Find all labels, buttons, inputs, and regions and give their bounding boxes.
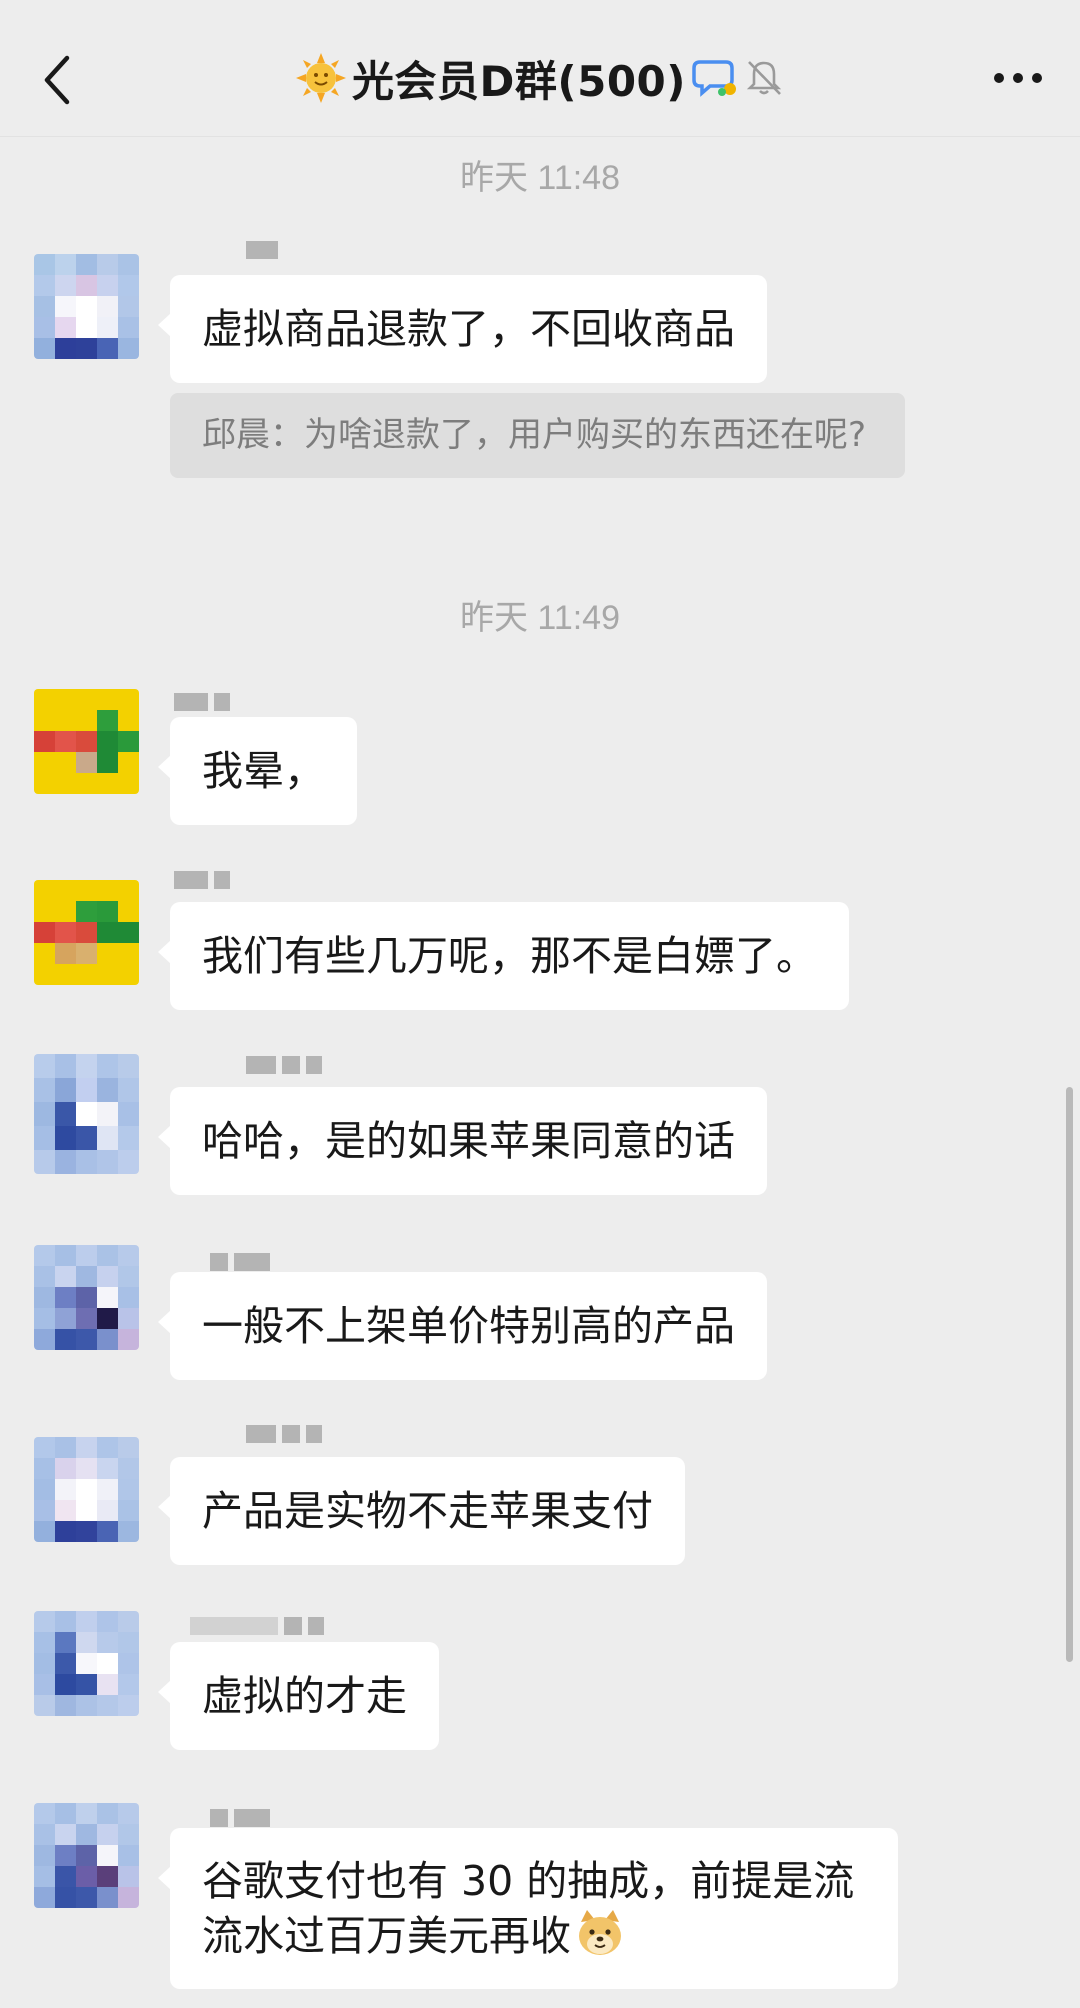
message-bubble[interactable]: 一般不上架单价特别高的产品: [158, 1272, 767, 1380]
avatar[interactable]: [34, 1245, 139, 1350]
chat-title-bar[interactable]: 光会员D群(500): [0, 48, 1080, 108]
message-text: 谷歌支付也有 30 的抽成，前提是流流水过百万美元再收: [202, 1857, 855, 1960]
sender-name-redacted: [246, 237, 278, 263]
chat-title: 光会员D群(500): [352, 56, 686, 106]
more-options-button[interactable]: [982, 50, 1054, 106]
message-bubble[interactable]: 虚拟的才走: [158, 1642, 439, 1750]
message-list[interactable]: 昨天 11:48 虚拟商品退款了，不回收商品 邱晨：为啥退款了，用户购买的东西还…: [0, 137, 1080, 2008]
sender-name-redacted: [246, 1421, 322, 1447]
sender-name-redacted: [246, 1052, 322, 1078]
avatar[interactable]: [34, 1437, 139, 1542]
message-bubble[interactable]: 我们有些几万呢，那不是白嫖了。: [158, 902, 849, 1010]
message-bubble[interactable]: 虚拟商品退款了，不回收商品: [158, 275, 767, 383]
avatar[interactable]: [34, 880, 139, 985]
avatar[interactable]: [34, 1054, 139, 1174]
avatar[interactable]: [34, 254, 139, 359]
sender-name-redacted: [174, 689, 230, 715]
more-dots-icon: [994, 73, 1042, 83]
message-bubble[interactable]: 我晕，: [158, 717, 357, 825]
chat-header: 光会员D群(500): [0, 0, 1080, 137]
message-bubble[interactable]: 谷歌支付也有 30 的抽成，前提是流流水过百万美元再收: [158, 1828, 898, 1989]
timestamp: 昨天 11:48: [459, 159, 620, 197]
avatar[interactable]: [34, 689, 139, 794]
scrollbar[interactable]: [1066, 1087, 1073, 1662]
message-bubble[interactable]: 哈哈，是的如果苹果同意的话: [158, 1087, 767, 1195]
sender-name-redacted: [174, 867, 230, 893]
timestamp: 昨天 11:49: [459, 599, 620, 637]
doge-emoji-icon: [579, 1910, 621, 1955]
mute-bell-icon: [746, 61, 782, 95]
sender-name-redacted: [190, 1613, 324, 1639]
quoted-message[interactable]: 邱晨：为啥退款了，用户购买的东西还在呢?: [170, 393, 905, 478]
avatar[interactable]: [34, 1803, 139, 1908]
message-bubble[interactable]: 产品是实物不走苹果支付: [158, 1457, 685, 1565]
sun-emoji-icon: [296, 53, 347, 103]
avatar[interactable]: [34, 1611, 139, 1716]
chat-bubble-icon: [692, 60, 736, 97]
